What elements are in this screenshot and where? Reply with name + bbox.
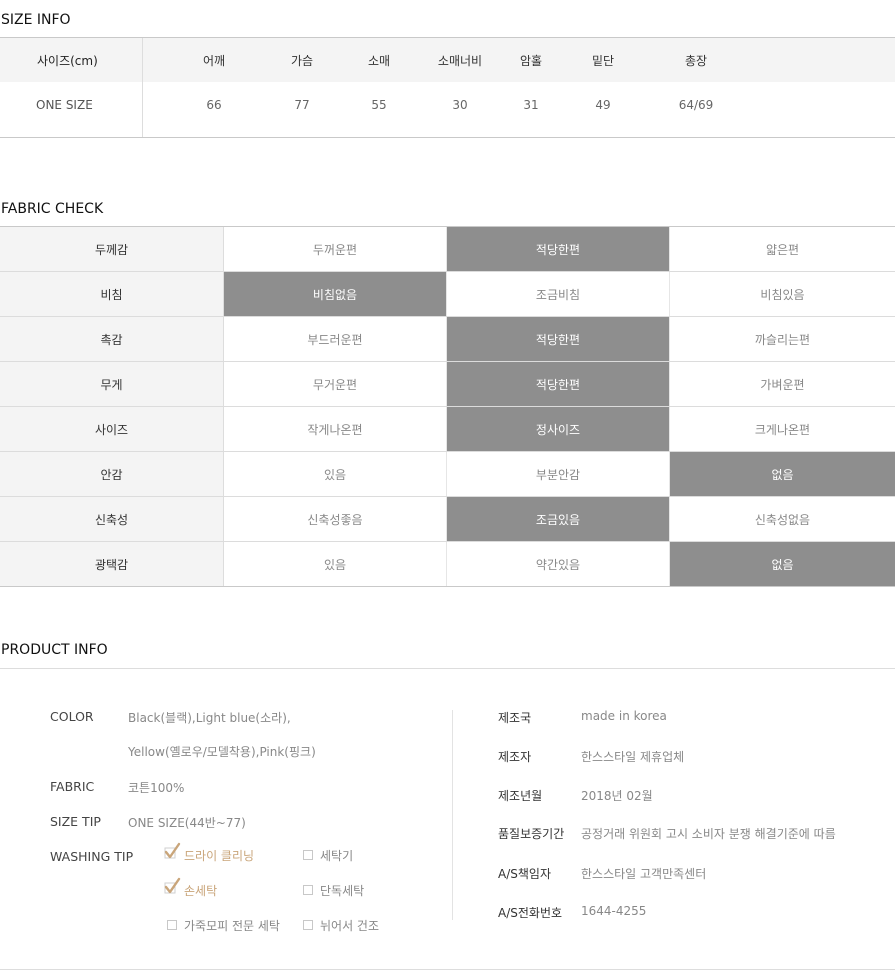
fabric-option-selected: 없음 xyxy=(670,542,895,586)
fabric-option: 신축성좋음 xyxy=(224,497,447,541)
fabric-row-label: 신축성 xyxy=(0,497,224,541)
wash-washer: 세탁기 xyxy=(320,849,354,863)
checkbox-icon xyxy=(167,920,177,930)
size-val-sleeve: 55 xyxy=(371,98,387,112)
fabric-option: 있음 xyxy=(224,542,447,586)
fabric-row-label: 무게 xyxy=(0,362,224,406)
color-value-line2: Yellow(옐로우/모델착용),Pink(핑크) xyxy=(128,745,316,759)
size-col-shoulder: 어깨 xyxy=(202,54,226,68)
size-header-label: 사이즈(cm) xyxy=(37,54,98,68)
fabric-option: 무거운편 xyxy=(224,362,447,406)
checkbox-icon xyxy=(303,920,313,930)
fabric-option: 가벼운편 xyxy=(760,377,805,392)
fabric-option: 부분안감 xyxy=(447,452,670,496)
fabric-option: 있음 xyxy=(224,452,447,496)
fabric-option-selected: 비침없음 xyxy=(224,272,447,316)
fabric-row: 비침 비침없음 조금비침 비침있음 xyxy=(0,272,895,317)
product-info-title: PRODUCT INFO xyxy=(1,642,108,658)
size-info-title: SIZE INFO xyxy=(1,12,71,28)
fabric-option: 작게나온편 xyxy=(224,407,447,451)
fabric-option: 부드러운편 xyxy=(224,317,447,361)
fabric-option: 비침있음 xyxy=(760,287,805,302)
size-val-chest: 77 xyxy=(294,98,310,112)
fabric-label: FABRIC xyxy=(50,779,95,794)
size-val-armhole: 31 xyxy=(523,98,539,112)
divider xyxy=(452,710,453,920)
fabric-option: 약간있음 xyxy=(447,542,670,586)
wash-dry-cleaning: 드라이 클리닝 xyxy=(184,849,255,863)
checkmark-icon xyxy=(164,842,181,859)
fabric-row-label: 촉감 xyxy=(0,317,224,361)
size-row-label: ONE SIZE xyxy=(36,98,93,112)
size-col-length: 총장 xyxy=(684,54,708,68)
checkbox-icon xyxy=(303,885,313,895)
fabric-option: 두꺼운편 xyxy=(224,227,447,271)
checkbox-icon xyxy=(303,850,313,860)
fabric-table: 두께감 두꺼운편 적당한편 얇은편 비침 비침없음 조금비침 비침있음 촉감 부드러운편 적당한편 까… xyxy=(0,226,895,587)
wash-separate: 단독세탁 xyxy=(320,884,365,898)
size-col-chest: 가슴 xyxy=(290,54,314,68)
as-manager-label: A/S책임자 xyxy=(498,867,551,881)
divider xyxy=(0,668,895,669)
fabric-row: 광택감 있음 약간있음 없음 xyxy=(0,542,895,587)
fabric-option-selected: 없음 xyxy=(670,452,895,496)
color-label: COLOR xyxy=(50,709,94,724)
manufacturer-label: 제조자 xyxy=(498,750,532,764)
fabric-row: 촉감 부드러운편 적당한편 까슬리는편 xyxy=(0,317,895,362)
fabric-row-label: 두께감 xyxy=(0,227,224,271)
fabric-row-label: 안감 xyxy=(0,452,224,496)
fabric-option: 크게나온편 xyxy=(754,422,811,437)
fabric-value: 코튼100% xyxy=(128,781,185,795)
manufacturer-value: 한스스타일 제휴업체 xyxy=(581,750,685,764)
warranty-label: 품질보증기간 xyxy=(498,827,565,841)
fabric-option-selected: 적당한편 xyxy=(447,317,670,361)
washing-tip-label: WASHING TIP xyxy=(50,849,134,864)
fabric-check-title: FABRIC CHECK xyxy=(1,201,104,217)
fabric-option-selected: 적당한편 xyxy=(447,227,670,271)
size-col-armhole: 암홀 xyxy=(519,54,543,68)
wash-leather-pro: 가죽모피 전문 세탁 xyxy=(184,919,280,933)
size-col-hem: 밑단 xyxy=(591,54,615,68)
fabric-row: 신축성 신축성좋음 조금있음 신축성없음 xyxy=(0,497,895,542)
fabric-option-selected: 정사이즈 xyxy=(447,407,670,451)
fabric-row: 사이즈 작게나온편 정사이즈 크게나온편 xyxy=(0,407,895,452)
fabric-option: 신축성없음 xyxy=(754,512,811,527)
size-tip-label: SIZE TIP xyxy=(50,814,101,829)
divider xyxy=(0,969,895,970)
size-val-length: 64/69 xyxy=(678,98,714,112)
as-phone-label: A/S전화번호 xyxy=(498,906,563,920)
origin-value: made in korea xyxy=(581,709,667,723)
size-tip-value: ONE SIZE(44반~77) xyxy=(128,816,246,830)
fabric-row: 무게 무거운편 적당한편 가벼운편 xyxy=(0,362,895,407)
size-val-shoulder: 66 xyxy=(206,98,222,112)
size-table-divider xyxy=(142,38,143,137)
as-phone-value: 1644-4255 xyxy=(581,904,647,918)
fabric-option-selected: 적당한편 xyxy=(447,362,670,406)
checkmark-icon xyxy=(164,877,181,894)
size-col-sleeve-width: 소매너비 xyxy=(437,54,483,68)
size-table: 사이즈(cm) ONE SIZE 어깨 가슴 소매 소매너비 암홀 밑단 총장 … xyxy=(0,37,895,138)
size-col-sleeve: 소매 xyxy=(367,54,391,68)
wash-hand-wash: 손세탁 xyxy=(184,884,218,898)
as-manager-value: 한스스타일 고객만족센터 xyxy=(581,867,707,881)
fabric-option: 조금비침 xyxy=(447,272,670,316)
origin-label: 제조국 xyxy=(498,711,532,725)
wash-lay-flat: 뉘어서 건조 xyxy=(320,919,380,933)
made-date-label: 제조년월 xyxy=(498,789,543,803)
fabric-row: 안감 있음 부분안감 없음 xyxy=(0,452,895,497)
fabric-option: 얇은편 xyxy=(765,242,800,257)
warranty-value: 공정거래 위원회 고시 소비자 분쟁 해결기준에 따름 xyxy=(581,827,836,841)
fabric-row: 두께감 두꺼운편 적당한편 얇은편 xyxy=(0,227,895,272)
fabric-row-label: 사이즈 xyxy=(0,407,224,451)
fabric-option: 까슬리는편 xyxy=(754,332,811,347)
size-val-hem: 49 xyxy=(595,98,611,112)
fabric-row-label: 광택감 xyxy=(0,542,224,586)
fabric-row-label: 비침 xyxy=(0,272,224,316)
color-value-line1: Black(블랙),Light blue(소라), xyxy=(128,711,291,725)
fabric-option-selected: 조금있음 xyxy=(447,497,670,541)
size-val-sleeve-width: 30 xyxy=(452,98,468,112)
made-date-value: 2018년 02월 xyxy=(581,789,653,803)
